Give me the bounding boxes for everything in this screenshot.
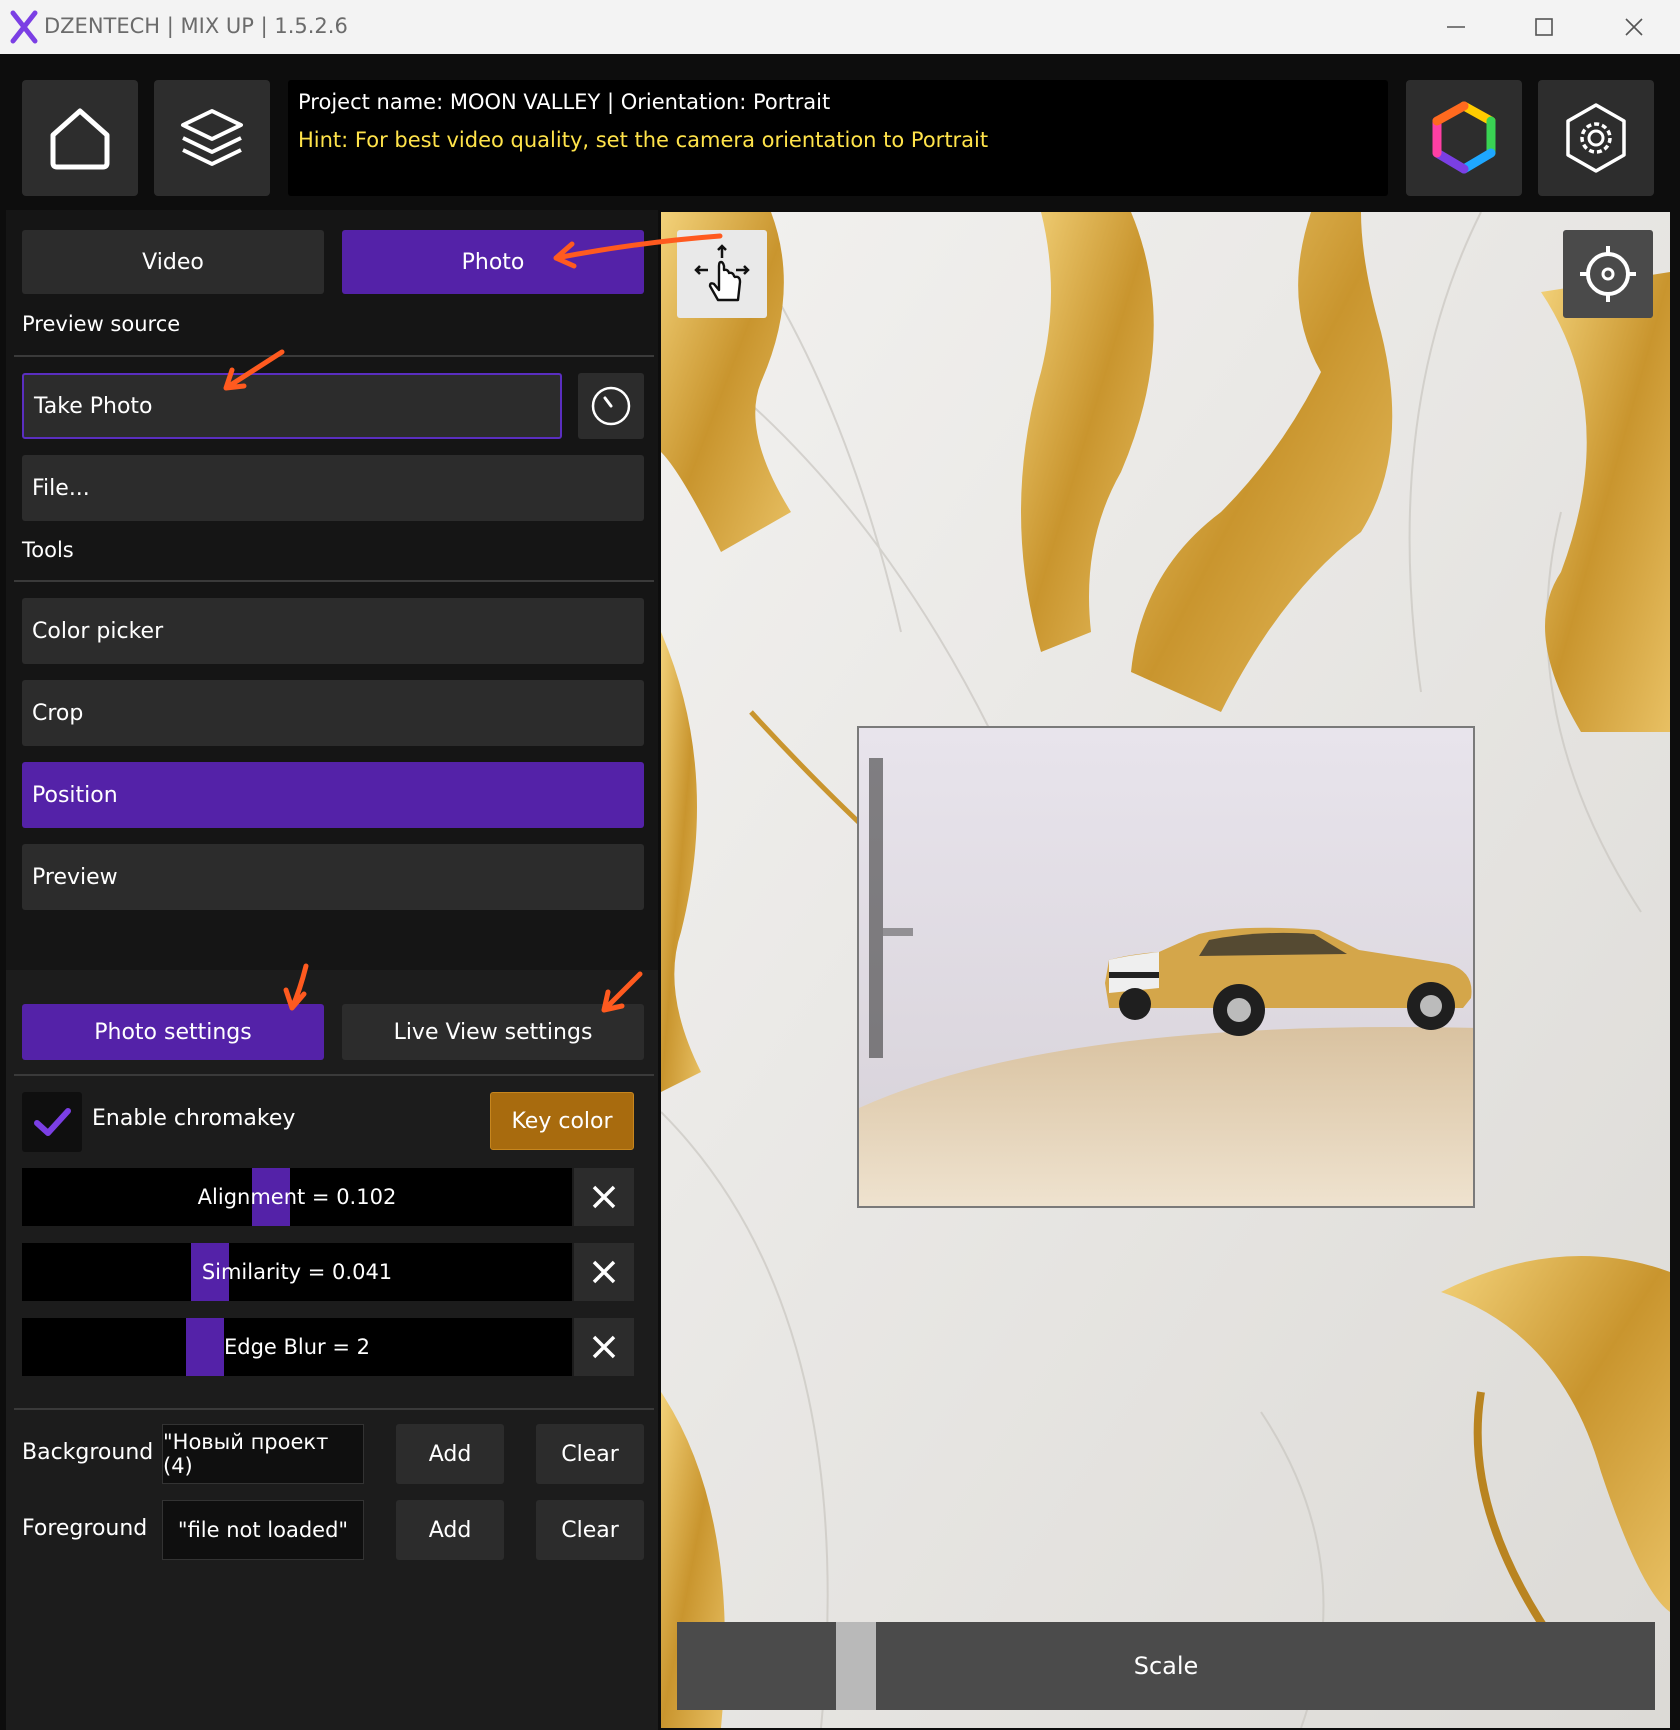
- tools-heading: Tools: [22, 538, 74, 562]
- foreground-clear-button[interactable]: Clear: [536, 1500, 644, 1560]
- tab-photo[interactable]: Photo: [342, 230, 644, 294]
- divider: [14, 1074, 654, 1076]
- background-clear-button[interactable]: Clear: [536, 1424, 644, 1484]
- reset-alignment-button[interactable]: [574, 1168, 634, 1226]
- tool-position[interactable]: Position: [22, 762, 644, 828]
- alignment-slider[interactable]: Alignment = 0.102: [22, 1168, 572, 1226]
- close-icon: [592, 1185, 616, 1209]
- foreground-add-button[interactable]: Add: [396, 1500, 504, 1560]
- home-button[interactable]: [22, 80, 138, 196]
- layers-icon: [181, 109, 243, 166]
- timer-icon: [591, 386, 631, 426]
- minimize-icon: [1447, 26, 1465, 28]
- car-photo-image: [859, 728, 1473, 1206]
- divider: [14, 580, 654, 582]
- foreground-label: Foreground: [22, 1516, 148, 1541]
- tab-photo-settings[interactable]: Photo settings: [22, 1004, 324, 1060]
- layers-button[interactable]: [154, 80, 270, 196]
- edge-blur-slider[interactable]: Edge Blur = 2: [22, 1318, 572, 1376]
- reset-edge-blur-button[interactable]: [574, 1318, 634, 1376]
- scale-label: Scale: [1133, 1652, 1199, 1680]
- color-wheel-button[interactable]: [1406, 80, 1522, 196]
- file-button[interactable]: File...: [22, 455, 644, 521]
- checkmark-icon: [34, 1108, 71, 1136]
- project-info-text: Project name: MOON VALLEY | Orientation:…: [298, 90, 831, 114]
- title-bar: DZENTECH | MIX UP | 1.5.2.6: [0, 0, 1680, 54]
- settings-button[interactable]: [1538, 80, 1654, 196]
- tool-crop[interactable]: Crop: [22, 680, 644, 746]
- center-target-button[interactable]: [1563, 230, 1653, 318]
- maximize-icon: [1535, 18, 1553, 36]
- app-logo-icon: [10, 10, 38, 44]
- tool-color-picker[interactable]: Color picker: [22, 598, 644, 664]
- minimize-button[interactable]: [1416, 0, 1496, 54]
- preview-canvas[interactable]: Scale: [661, 212, 1670, 1728]
- photo-frame[interactable]: [857, 726, 1475, 1208]
- color-hexagon-icon: [1432, 101, 1496, 174]
- move-hand-icon: [694, 244, 750, 302]
- home-icon: [50, 108, 110, 170]
- tool-preview[interactable]: Preview: [22, 844, 644, 910]
- gear-icon: [1566, 103, 1626, 173]
- enable-chromakey-label: Enable chromakey: [92, 1106, 296, 1131]
- similarity-slider[interactable]: Similarity = 0.041: [22, 1243, 572, 1301]
- crosshair-icon: [1580, 246, 1636, 302]
- background-label: Background: [22, 1440, 154, 1465]
- close-icon: [1625, 18, 1643, 36]
- tab-video[interactable]: Video: [22, 230, 324, 294]
- close-icon: [592, 1260, 616, 1284]
- take-photo-button[interactable]: Take Photo: [22, 373, 562, 439]
- key-color-button[interactable]: Key color: [490, 1092, 634, 1150]
- slider-label: Alignment = 0.102: [197, 1185, 397, 1209]
- foreground-file-field: "file not loaded": [162, 1500, 364, 1560]
- maximize-button[interactable]: [1504, 0, 1584, 54]
- slider-label: Edge Blur = 2: [223, 1335, 370, 1359]
- project-info-box: Project name: MOON VALLEY | Orientation:…: [288, 80, 1388, 196]
- preview-source-heading: Preview source: [22, 312, 181, 336]
- hint-text: Hint: For best video quality, set the ca…: [298, 128, 989, 152]
- background-file-field: "Новый проект (4): [162, 1424, 364, 1484]
- divider: [14, 1408, 654, 1410]
- timer-button[interactable]: [578, 373, 644, 439]
- close-button[interactable]: [1594, 0, 1674, 54]
- divider: [14, 355, 654, 357]
- window-title: DZENTECH | MIX UP | 1.5.2.6: [44, 14, 348, 38]
- move-tool-button[interactable]: [677, 230, 767, 318]
- reset-similarity-button[interactable]: [574, 1243, 634, 1301]
- scale-slider[interactable]: Scale: [677, 1622, 1655, 1710]
- enable-chromakey-checkbox[interactable]: [22, 1092, 82, 1152]
- background-add-button[interactable]: Add: [396, 1424, 504, 1484]
- slider-label: Similarity = 0.041: [201, 1260, 393, 1284]
- tab-live-view-settings[interactable]: Live View settings: [342, 1004, 644, 1060]
- close-icon: [592, 1335, 616, 1359]
